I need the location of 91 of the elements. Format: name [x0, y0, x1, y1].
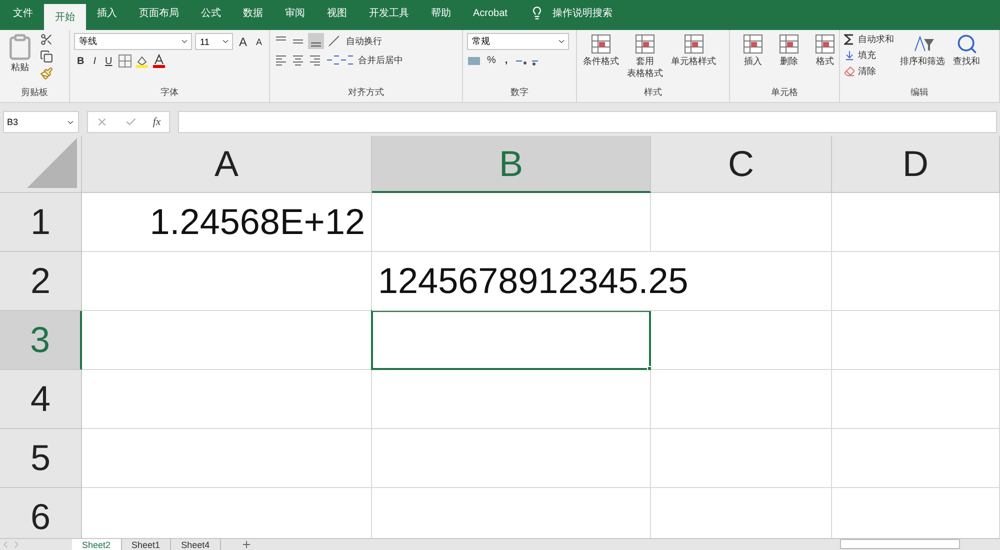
italic-button[interactable]: I [90, 54, 100, 68]
ribbon-tab[interactable]: 页面布局 [128, 0, 190, 26]
ribbon-tab[interactable]: Acrobat [462, 0, 518, 26]
sheet-tab[interactable]: Sheet1 [122, 539, 172, 550]
fill-down-icon [844, 50, 855, 61]
tell-me-field[interactable]: 操作说明搜索 [552, 6, 612, 20]
clear-button[interactable]: 清除 [844, 65, 894, 78]
fill-button[interactable]: 填充 [844, 49, 894, 62]
conditional-format-button[interactable]: 条件格式 [581, 33, 621, 86]
column-header[interactable]: A [82, 136, 372, 193]
row-header[interactable]: 1 [0, 193, 82, 252]
insert-button[interactable]: 插入 [740, 33, 766, 86]
table-cell[interactable]: 1245678912345.25 [378, 260, 688, 302]
copy-icon[interactable] [40, 50, 53, 63]
horizontal-scrollbar[interactable] [840, 539, 960, 549]
column-header[interactable]: C [651, 136, 832, 193]
comma-button[interactable]: , [502, 54, 511, 67]
close-icon[interactable] [96, 116, 108, 128]
group-label: 编辑 [910, 86, 930, 99]
ribbon-tab[interactable]: 审阅 [274, 0, 316, 26]
column-header[interactable]: D [832, 136, 1000, 193]
sigma-icon [844, 34, 855, 45]
font-color-icon[interactable] [152, 54, 166, 68]
percent-button[interactable]: % [484, 54, 499, 67]
bold-button[interactable]: B [74, 54, 88, 68]
dropdown-icon[interactable] [221, 37, 230, 46]
border-icon[interactable] [118, 54, 132, 68]
name-box[interactable]: B3 [3, 111, 79, 133]
table-icon[interactable] [814, 33, 836, 55]
group-label: 单元格 [770, 86, 799, 99]
grow-font-button[interactable]: A [236, 34, 250, 50]
ribbon-tab[interactable]: 文件 [2, 0, 44, 26]
group-label: 数字 [510, 86, 530, 99]
row-header[interactable]: 6 [0, 488, 82, 538]
font-size-field[interactable]: 11 [195, 33, 233, 50]
align-right-icon[interactable] [308, 53, 322, 67]
ribbon-tab[interactable]: 开始 [44, 4, 86, 30]
table-format-button[interactable]: 套用 表格格式 [625, 33, 665, 86]
indent-icon[interactable] [325, 53, 355, 67]
table-cell[interactable]: 1.24568E+12 [150, 201, 365, 243]
merge-center-button[interactable]: 合并后居中 [358, 54, 403, 66]
align-bottom-icon[interactable] [308, 33, 324, 49]
find-button[interactable]: 查找和 [951, 33, 982, 86]
search-icon [956, 33, 978, 55]
wrap-text-button[interactable]: 自动换行 [346, 34, 382, 48]
paste-button[interactable]: 粘贴 [4, 33, 36, 86]
number-format-field[interactable]: 常规 [467, 33, 569, 50]
format-button[interactable]: 格式 [812, 33, 838, 86]
row-header[interactable]: 5 [0, 429, 82, 488]
group-label: 字体 [160, 86, 180, 99]
formula-input[interactable] [178, 111, 997, 133]
ribbon-tab[interactable]: 视图 [316, 0, 358, 26]
sheet-tab[interactable]: Sheet2 [72, 539, 122, 550]
table-icon[interactable] [590, 33, 612, 55]
sort-filter-button[interactable]: 排序和筛选 [898, 33, 947, 86]
eraser-icon [844, 66, 855, 77]
ribbon-tab[interactable]: 公式 [190, 0, 232, 26]
delete-button[interactable]: 删除 [776, 33, 802, 86]
underline-button[interactable]: U [102, 54, 116, 68]
table-icon[interactable] [778, 33, 800, 55]
cut-icon[interactable] [40, 33, 53, 46]
add-sheet-icon[interactable] [240, 539, 252, 550]
row-header[interactable]: 4 [0, 370, 82, 429]
insert-function-button[interactable]: fx [152, 116, 161, 128]
row-header[interactable]: 3 [0, 311, 82, 370]
check-icon[interactable] [124, 116, 137, 128]
select-all-icon[interactable] [27, 138, 77, 188]
dropdown-icon[interactable] [557, 37, 566, 46]
group-label: 剪贴板 [20, 86, 49, 99]
row-header[interactable]: 2 [0, 252, 82, 311]
format-painter-icon[interactable] [40, 67, 53, 80]
align-left-icon[interactable] [274, 53, 288, 67]
font-name-field[interactable]: 等线 [74, 33, 192, 50]
sheet-tab[interactable]: Sheet4 [171, 539, 221, 550]
table-icon[interactable] [742, 33, 764, 55]
autosum-button[interactable]: 自动求和 [844, 33, 894, 46]
ribbon-tab[interactable]: 开发工具 [358, 0, 420, 26]
ribbon-tab[interactable]: 帮助 [420, 0, 462, 26]
group-label: 对齐方式 [347, 86, 385, 99]
group-label: 样式 [643, 86, 663, 99]
currency-icon[interactable] [467, 54, 481, 66]
column-header[interactable]: B [372, 136, 651, 193]
ribbon-tab[interactable]: 数据 [232, 0, 274, 26]
dropdown-icon[interactable] [180, 37, 189, 46]
table-icon[interactable] [634, 33, 656, 55]
align-center-icon[interactable] [291, 53, 305, 67]
table-icon[interactable] [682, 33, 704, 55]
shrink-font-button[interactable]: A [253, 36, 266, 48]
cell-styles-button[interactable]: 单元格样式 [669, 33, 718, 86]
fill-color-icon[interactable] [135, 54, 150, 68]
ribbon-tab[interactable]: 插入 [86, 0, 128, 26]
